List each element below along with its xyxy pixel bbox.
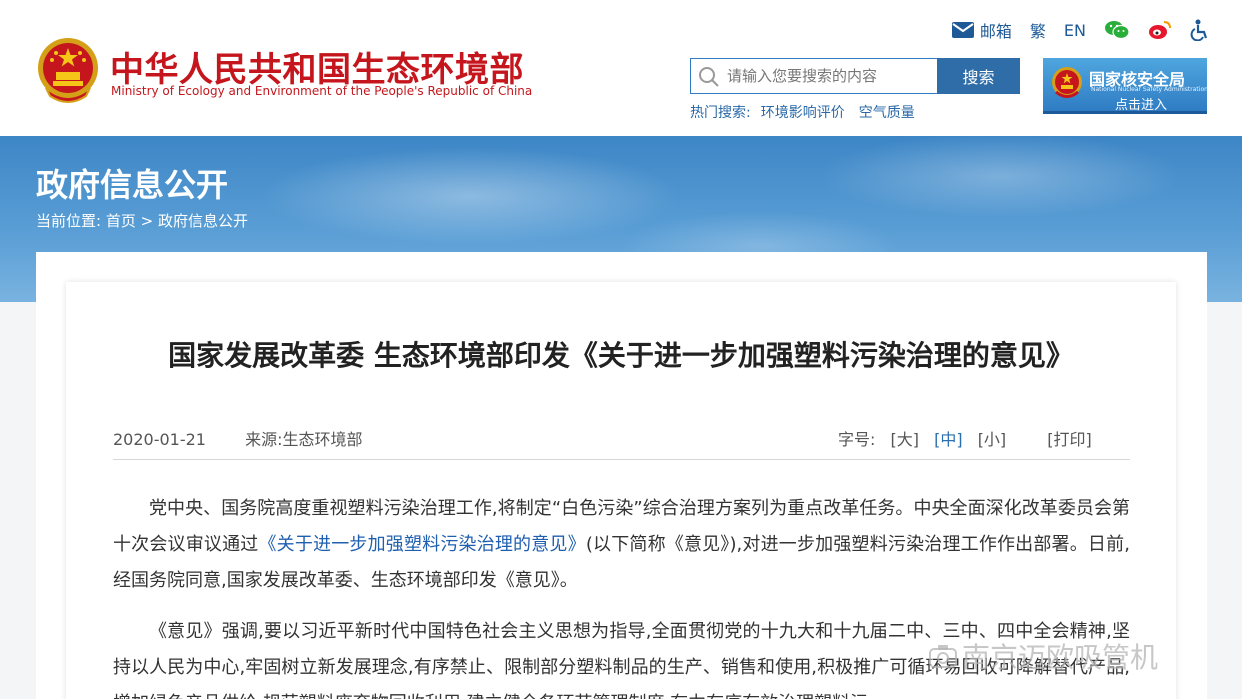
print-link[interactable]: [打印] (1047, 430, 1092, 449)
english-label: EN (1063, 20, 1086, 40)
watermark-text: 南京迈欧吸管机 (962, 641, 1159, 674)
article-source: 来源:生态环境部 (245, 430, 363, 449)
watermark-camera-icon (929, 645, 957, 668)
nnsa-banner-link[interactable]: 国家核安全局 National Nuclear Safety Administr… (1043, 58, 1208, 114)
top-links: 邮箱 繁 EN (934, 18, 1210, 42)
mail-label: 邮箱 (979, 22, 1012, 41)
hot-search-item-air-quality[interactable]: 空气质量 (859, 105, 915, 121)
weibo-icon (1149, 21, 1171, 39)
font-size-controls: 字号: [大] [中] [小] [打印] (838, 426, 1092, 450)
hot-search-label: 热门搜索: (690, 105, 751, 121)
meta-divider (113, 459, 1130, 460)
wechat-link[interactable] (1104, 20, 1130, 40)
font-size-label: 字号: (838, 430, 876, 449)
english-link[interactable]: EN (1064, 21, 1086, 40)
search-input[interactable] (727, 59, 933, 93)
breadcrumb-prefix: 当前位置: (36, 212, 102, 230)
breadcrumb: 当前位置: 首页 > 政府信息公开 (36, 210, 248, 231)
article-meta: 2020-01-21 来源:生态环境部 (113, 426, 362, 450)
weibo-link[interactable] (1148, 20, 1172, 40)
mail-link[interactable]: 邮箱 (951, 18, 1012, 42)
traditional-chinese-link[interactable]: 繁 (1030, 18, 1046, 42)
search-button[interactable]: 搜索 (937, 58, 1020, 94)
breadcrumb-home[interactable]: 首页 (106, 212, 136, 230)
page-title: 政府信息公开 (36, 166, 229, 204)
article-date: 2020-01-21 (113, 430, 206, 449)
breadcrumb-separator: > (140, 212, 154, 230)
watermark: 南京迈欧吸管机 (928, 636, 1158, 676)
hot-search-item-eia[interactable]: 环境影响评价 (761, 105, 845, 121)
font-size-small[interactable]: [小] (978, 430, 1007, 449)
policy-document-link[interactable]: 《关于进一步加强塑料污染治理的意见》 (258, 534, 585, 555)
font-size-large[interactable]: [大] (891, 430, 920, 449)
accessibility-icon (1190, 19, 1208, 41)
search-box (690, 58, 938, 94)
site-name-en[interactable]: Ministry of Ecology and Environment of t… (111, 84, 532, 98)
search-icon[interactable] (697, 65, 721, 89)
article-paragraph-1: 党中央、国务院高度重视塑料污染治理工作,将制定“白色污染”综合治理方案列为重点改… (113, 491, 1130, 599)
nnsa-emblem-icon (1052, 67, 1082, 98)
traditional-label: 繁 (1029, 22, 1046, 41)
site-header: 中华人民共和国生态环境部 Ministry of Ecology and Env… (0, 0, 1242, 136)
breadcrumb-current[interactable]: 政府信息公开 (158, 212, 248, 230)
national-emblem-icon[interactable] (36, 36, 100, 104)
accessibility-link[interactable] (1190, 19, 1210, 41)
font-size-medium[interactable]: [中] (934, 430, 963, 449)
nnsa-subtitle: National Nuclear Safety Administration (1091, 86, 1208, 93)
wechat-icon (1105, 21, 1130, 40)
nnsa-enter: 点击进入 (1115, 98, 1168, 113)
mail-icon (951, 22, 974, 38)
hot-search: 热门搜索: 环境影响评价 空气质量 (690, 102, 915, 122)
article-title: 国家发展改革委 生态环境部印发《关于进一步加强塑料污染治理的意见》 (168, 339, 1074, 372)
